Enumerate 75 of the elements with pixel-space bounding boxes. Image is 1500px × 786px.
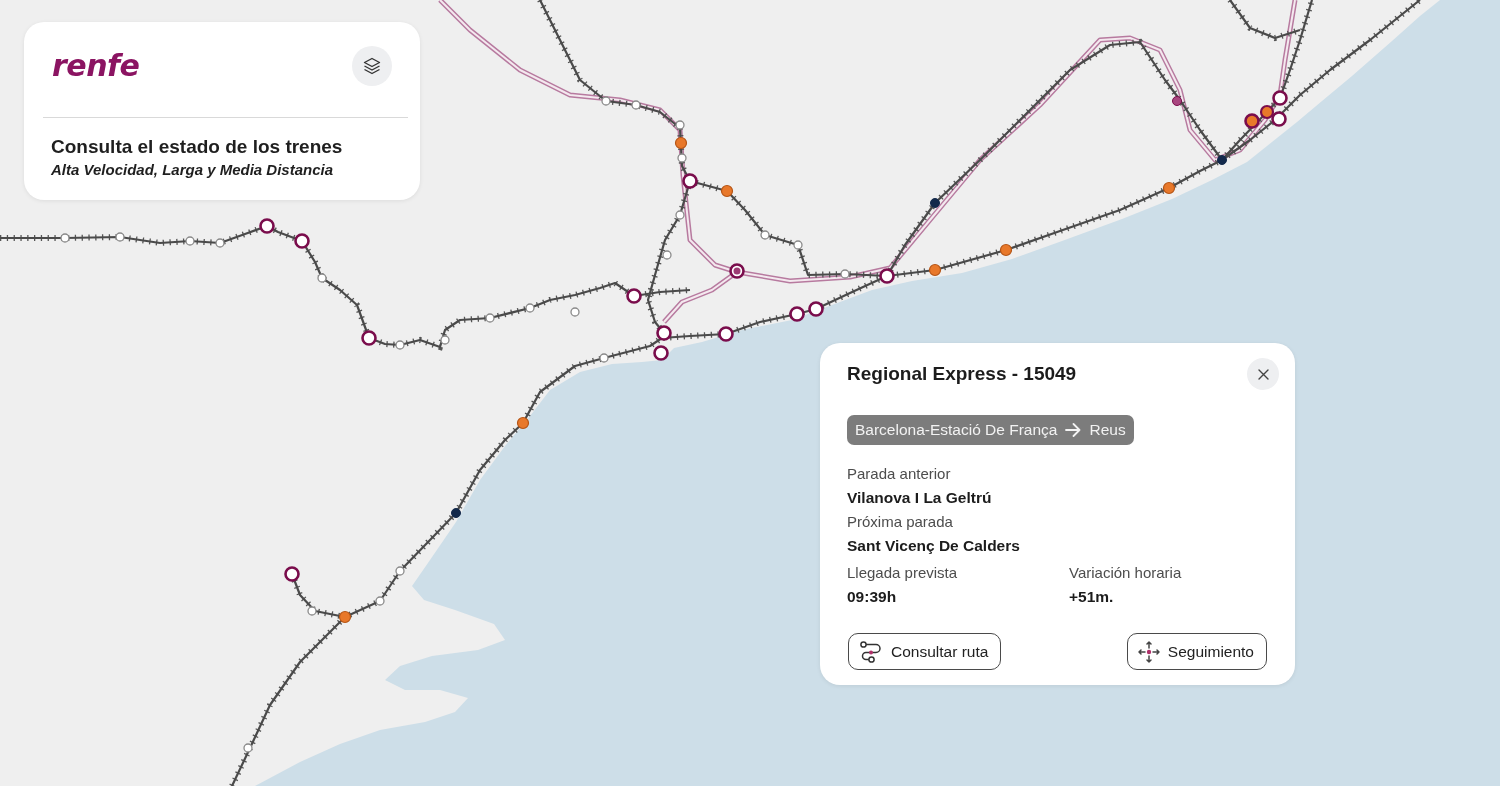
stop-marker-icon [317,273,327,283]
stop-marker-icon [840,269,850,279]
station-marker-icon[interactable] [718,326,734,342]
train-marker-icon[interactable] [999,243,1013,257]
station-marker-icon[interactable] [656,325,672,341]
detail-label: Próxima parada [847,512,953,532]
stop-marker-icon [215,238,225,248]
train-marker-icon[interactable] [1217,155,1227,165]
close-icon [1257,368,1269,380]
stop-marker-icon [115,232,125,242]
detail-value: Sant Vicenç De Calders [847,536,1020,556]
stop-marker-icon [675,210,685,220]
layers-icon [363,56,381,75]
stop-marker-icon [760,230,770,240]
train-marker-icon[interactable] [451,508,461,518]
stop-marker-icon [677,153,687,163]
train-marker-icon[interactable] [1172,96,1182,106]
station-marker-icon[interactable] [626,288,642,304]
stop-marker-icon [631,100,641,110]
stop-marker-icon [395,340,405,350]
station-marker-icon[interactable] [808,301,824,317]
station-marker-icon[interactable] [259,218,275,234]
crosshair-icon [1137,640,1160,663]
station-marker-icon[interactable] [284,566,300,582]
train-marker-icon[interactable] [1259,104,1275,120]
station-marker-icon[interactable] [361,330,377,346]
stop-marker-icon [662,250,672,260]
train-marker-icon[interactable] [1244,113,1260,129]
stop-marker-icon [675,120,685,130]
page-subtitle: Alta Velocidad, Larga y Media Distancia [51,160,335,180]
station-marker-icon[interactable] [653,345,669,361]
close-button[interactable] [1247,358,1279,390]
train-title: Regional Express - 15049 [847,363,1077,385]
station-marker-icon[interactable] [729,263,745,279]
station-marker-icon[interactable] [1271,111,1287,127]
train-marker-icon[interactable] [720,184,734,198]
train-marker-icon[interactable] [928,263,942,277]
train-marker-icon[interactable] [930,198,940,208]
consult-route-button[interactable]: Consultar ruta [848,633,1002,670]
stop-marker-icon [375,596,385,606]
logo: renfe [52,47,140,84]
stop-marker-icon [395,566,405,576]
train-marker-icon[interactable] [516,416,530,430]
station-marker-icon[interactable] [879,268,895,284]
stop-marker-icon [570,307,580,317]
stop-marker-icon [243,743,253,753]
train-marker-icon[interactable] [338,610,352,624]
station-marker-icon[interactable] [294,233,310,249]
stop-marker-icon [185,236,195,246]
layers-button[interactable] [352,45,392,86]
stop-marker-icon [60,233,70,243]
detail-value: +51m. [1069,587,1114,607]
detail-value: Vilanova I La Geltrú [847,488,992,508]
route-destination: Reus [1089,421,1126,439]
detail-value: 09:39h [847,587,897,607]
stop-marker-icon [793,240,803,250]
arrow-right-icon [1065,423,1082,437]
page-title: Consulta el estado de los trenes [51,135,344,159]
station-marker-icon[interactable] [682,173,698,189]
follow-button[interactable]: Seguimiento [1126,633,1267,670]
train-marker-icon[interactable] [1162,181,1176,195]
station-marker-icon[interactable] [1272,90,1288,106]
train-marker-icon[interactable] [674,136,688,150]
detail-label: Parada anterior [847,464,951,484]
detail-label: Variación horaria [1069,563,1182,583]
stop-marker-icon [440,335,450,345]
station-marker-icon[interactable] [789,306,805,322]
route-icon [859,639,883,664]
stop-marker-icon [601,96,611,106]
stop-marker-icon [525,303,535,313]
stop-marker-icon [307,606,317,616]
stop-marker-icon [485,313,495,323]
route-origin: Barcelona-Estació De França [855,421,1058,439]
stop-marker-icon [599,353,609,363]
detail-label: Llegada prevista [847,563,958,583]
